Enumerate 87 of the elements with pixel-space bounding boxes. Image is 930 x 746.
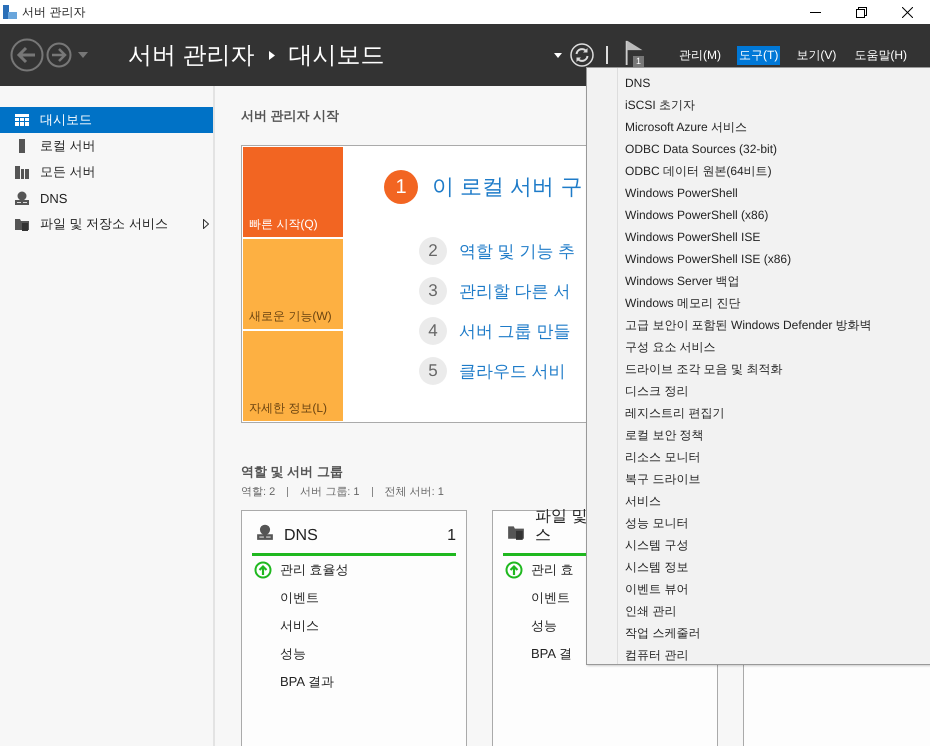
count-label: 역할: 2: [241, 485, 276, 499]
sidebar-item[interactable]: 모든 서버: [0, 159, 213, 185]
step-link[interactable]: 역할 및 기능 추: [459, 240, 576, 262]
card-row-link[interactable]: 서비스: [280, 617, 319, 635]
caret-icon[interactable]: [554, 52, 562, 58]
breadcrumb-item[interactable]: 서버 관리자: [128, 39, 255, 71]
app-icon: [2, 4, 18, 20]
server-icon: [14, 164, 30, 180]
menu-item[interactable]: 작업 스케줄러: [619, 622, 930, 644]
notification-badge: 1: [633, 56, 644, 67]
step-number: 3: [419, 277, 447, 305]
sidebar-item[interactable]: 로컬 서버: [0, 133, 213, 159]
menu-item[interactable]: Windows Server 백업: [619, 270, 930, 292]
menu-item[interactable]: 고급 보안이 포함된 Windows Defender 방화벽: [619, 314, 930, 336]
sidebar-label: 모든 서버: [40, 163, 97, 181]
step-number: 4: [419, 317, 447, 345]
menu-item[interactable]: Windows PowerShell: [619, 182, 930, 204]
refresh-button[interactable]: [570, 43, 594, 67]
forward-button[interactable]: [46, 42, 72, 68]
step-number: 2: [419, 237, 447, 265]
back-button[interactable]: [10, 38, 44, 72]
step-number: 5: [419, 357, 447, 385]
menu-item[interactable]: 서비스: [619, 490, 930, 512]
card-row-link[interactable]: 이벤트: [280, 589, 319, 607]
menu-item[interactable]: 도구(T): [737, 46, 780, 64]
count-label: 서버 그룹: 1: [300, 485, 360, 499]
sidebar-label: 로컬 서버: [40, 137, 97, 155]
step-link[interactable]: 서버 그룹 만들: [459, 320, 570, 342]
menu-item[interactable]: 구성 요소 서비스: [619, 336, 930, 358]
menu-item[interactable]: 성능 모니터: [619, 512, 930, 534]
sidebar-item[interactable]: 파일 및 저장소 서비스: [0, 211, 213, 237]
menu-item[interactable]: 복구 드라이브: [619, 468, 930, 490]
globe-server-icon: [256, 523, 274, 541]
step-link[interactable]: 클라우드 서비: [459, 360, 566, 382]
menu-item[interactable]: 레지스트리 편집기: [619, 402, 930, 424]
card-row-link[interactable]: 관리 효: [531, 561, 574, 579]
menu-item[interactable]: 드라이브 조각 모음 및 최적화: [619, 358, 930, 380]
expand-icon[interactable]: [203, 219, 209, 229]
quick-start-tab[interactable]: 자세한 정보(L): [243, 331, 343, 421]
menu-item[interactable]: ODBC Data Sources (32-bit): [619, 138, 930, 160]
step-number: 1: [384, 170, 418, 204]
menu-item[interactable]: Windows PowerShell ISE (x86): [619, 248, 930, 270]
step-link[interactable]: 관리할 다른 서: [459, 280, 570, 302]
sidebar-label: DNS: [40, 190, 68, 206]
sidebar-label: 대시보드: [40, 111, 93, 129]
menu-item[interactable]: 리소스 모니터: [619, 446, 930, 468]
menu-item[interactable]: 관리(M): [677, 46, 723, 64]
breadcrumb-item: 대시보드: [288, 41, 385, 71]
menu-item[interactable]: Windows PowerShell (x86): [619, 204, 930, 226]
quick-start-tab[interactable]: 새로운 기능(W): [243, 239, 343, 329]
server-count: 1: [447, 527, 456, 545]
menu-item[interactable]: Windows 메모리 진단: [619, 292, 930, 314]
card-row-link[interactable]: BPA 결: [531, 645, 572, 663]
menu-item[interactable]: 컴퓨터 관리: [619, 644, 930, 666]
section-title: 서버 관리자 시작: [241, 107, 340, 125]
sidebar-label: 파일 및 저장소 서비스: [40, 215, 169, 233]
card-row-link[interactable]: 성능: [280, 645, 306, 663]
card-row-link[interactable]: 관리 효율성: [280, 561, 349, 579]
window-title: 서버 관리자: [22, 4, 86, 20]
card-row-link[interactable]: 이벤트: [531, 589, 570, 607]
globe-server-icon: [14, 190, 30, 206]
menu-item[interactable]: Windows PowerShell ISE: [619, 226, 930, 248]
menu-item[interactable]: 도움말(H): [852, 46, 909, 64]
menu-item[interactable]: ODBC 데이터 원본(64비트): [619, 160, 930, 182]
folder-icon: [14, 216, 30, 232]
sidebar-item[interactable]: 대시보드: [0, 107, 213, 133]
menu-item[interactable]: 이벤트 뷰어: [619, 578, 930, 600]
card-title[interactable]: DNS: [284, 526, 448, 545]
menu-item[interactable]: Microsoft Azure 서비스: [619, 116, 930, 138]
grid-icon: [14, 112, 30, 128]
menu-item[interactable]: 시스템 정보: [619, 556, 930, 578]
menu-item[interactable]: 인쇄 관리: [619, 600, 930, 622]
menu-item[interactable]: 보기(V): [794, 46, 838, 64]
menu-item[interactable]: 로컬 보안 정책: [619, 424, 930, 446]
section-title: 역할 및 서버 그룹: [241, 463, 343, 481]
menu-item[interactable]: iSCSI 초기자: [619, 94, 930, 116]
menu-item[interactable]: 디스크 정리: [619, 380, 930, 402]
card-row-link[interactable]: BPA 결과: [280, 673, 334, 691]
count-label: 전체 서버: 1: [384, 485, 444, 499]
separator-icon: [268, 50, 275, 60]
restore-icon[interactable]: [856, 6, 866, 18]
card-row-link[interactable]: 성능: [531, 617, 557, 635]
menu-item[interactable]: DNS: [619, 72, 930, 94]
close-icon[interactable]: [902, 6, 912, 18]
step-link[interactable]: 이 로컬 서버 구: [432, 172, 582, 202]
sidebar-item[interactable]: DNS: [0, 185, 213, 211]
menu-item[interactable]: 시스템 구성: [619, 534, 930, 556]
